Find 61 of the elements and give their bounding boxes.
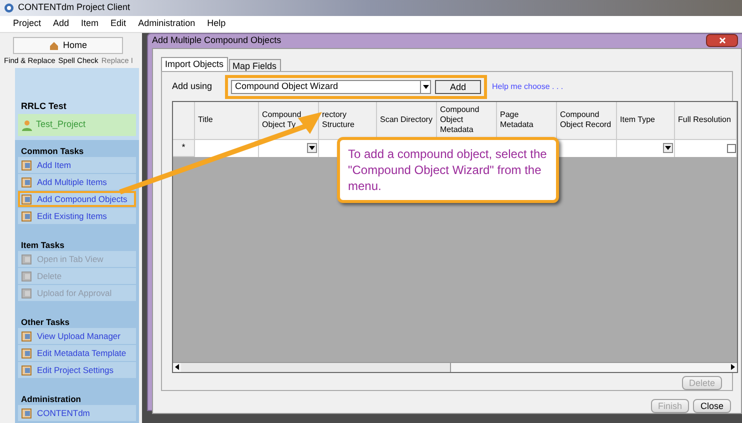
task-link[interactable]: Add Compound Objects (18, 191, 136, 207)
add-button[interactable]: Add (435, 80, 481, 94)
column-header[interactable]: Item Type (617, 102, 675, 138)
task-icon (21, 330, 33, 342)
horizontal-scrollbar[interactable] (173, 362, 737, 372)
task-link[interactable]: CONTENTdm (18, 405, 136, 421)
project-name: RRLC Test (20, 100, 68, 113)
task-icon (21, 407, 33, 419)
new-row-marker: * (173, 140, 195, 156)
task-icon (21, 253, 33, 265)
menu-item[interactable]: Add (53, 17, 70, 31)
task-link[interactable]: Edit Existing Items (18, 208, 136, 224)
close-button[interactable] (706, 34, 738, 48)
menu-item[interactable]: Item (81, 17, 99, 31)
task-link[interactable]: View Upload Manager (18, 328, 136, 344)
dropdown-cell[interactable] (259, 140, 319, 156)
task-icon (21, 270, 33, 282)
dialog-button[interactable]: Close (693, 398, 731, 412)
dialog-tab[interactable]: Import Objects (161, 56, 228, 70)
add-using-dropdown[interactable]: Compound Object Wizard (231, 80, 431, 94)
field-label: Add using (172, 80, 214, 93)
menu-item[interactable]: Edit (110, 17, 126, 31)
scroll-right-icon (729, 363, 737, 371)
window-title: CONTENTdm Project Client (18, 1, 130, 14)
dialog-title: Add Multiple Compound Objects (152, 34, 282, 47)
task-link[interactable]: Add Multiple Items (18, 174, 136, 190)
task-link[interactable]: Add Item (18, 157, 136, 173)
dialog-tab[interactable]: Map Fields (228, 58, 281, 70)
dropdown-arrow-icon (663, 143, 673, 153)
task-icon (21, 347, 33, 359)
task-icon (21, 193, 33, 205)
dropdown-cell[interactable] (617, 140, 675, 156)
task-icon (21, 364, 33, 376)
house-icon (48, 40, 59, 50)
task-icon (21, 210, 33, 222)
menu-item[interactable]: Help (207, 17, 226, 31)
home-tab[interactable]: Home (13, 37, 123, 54)
checkbox[interactable] (727, 144, 736, 152)
column-header[interactable]: Full Resolution (675, 102, 737, 138)
task-icon (21, 159, 33, 171)
column-header[interactable]: Compound Object Record (557, 102, 617, 138)
callout-tooltip: To add a compound object, select the "Compound Object Wizard" from the menu. (337, 137, 559, 203)
close-icon (718, 37, 726, 44)
menu-item[interactable]: Administration (138, 17, 196, 31)
section-heading: Administration (20, 393, 82, 405)
task-icon (21, 287, 33, 299)
menu-item[interactable]: Project (13, 17, 42, 31)
dropdown-arrow-icon (420, 80, 430, 92)
section-heading: Common Tasks (20, 145, 85, 157)
user-icon (22, 120, 32, 130)
column-header[interactable]: Title (195, 102, 259, 138)
app-icon (4, 3, 14, 13)
task-icon (21, 176, 33, 188)
task-link[interactable]: Edit Metadata Template (18, 345, 136, 361)
section-heading: Item Tasks (20, 239, 66, 251)
dropdown-arrow-icon (307, 143, 317, 153)
section-heading: Other Tasks (20, 316, 71, 328)
scroll-left-icon (173, 363, 181, 371)
help-link[interactable]: Help me choose . . . (492, 80, 564, 92)
table-cell[interactable] (557, 140, 617, 156)
task-link[interactable]: Edit Project Settings (18, 362, 136, 378)
